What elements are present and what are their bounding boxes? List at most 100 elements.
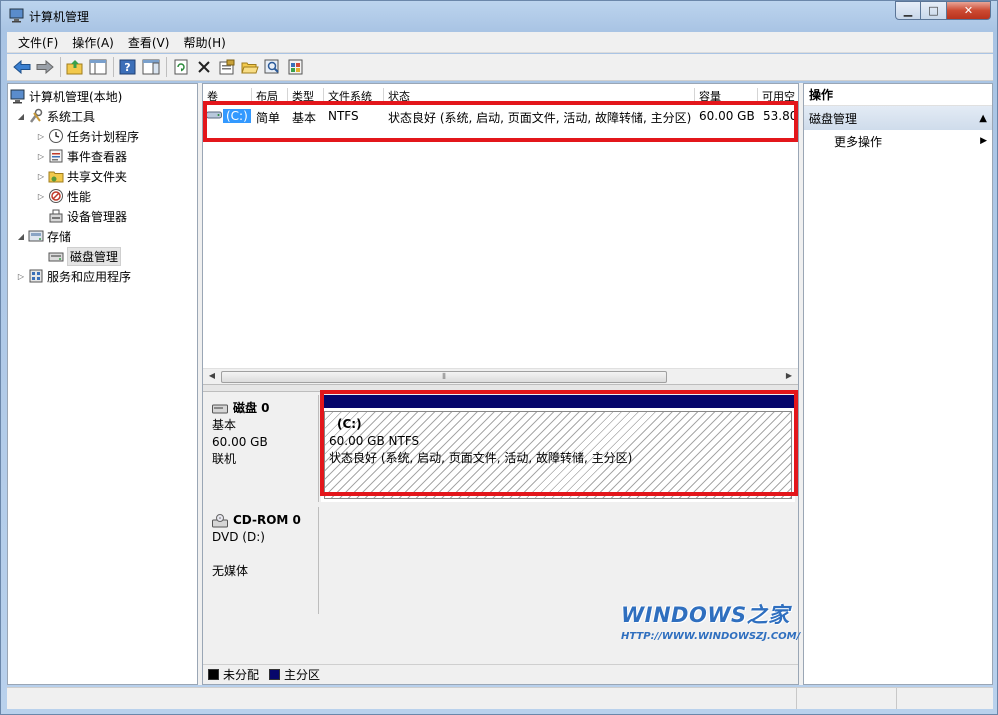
- minimize-button[interactable]: ▁: [895, 1, 921, 20]
- collapse-up-icon[interactable]: ▲: [979, 113, 987, 124]
- show-hide-action-pane-button[interactable]: [140, 56, 162, 78]
- tree-label-storage: 存储: [47, 229, 72, 244]
- disk-0-size: 60.00 GB: [212, 435, 268, 449]
- submenu-arrow-icon: ▶: [980, 136, 987, 146]
- legend-label-unallocated: 未分配: [223, 668, 260, 682]
- tree-item-disk-management[interactable]: 磁盘管理: [48, 246, 122, 266]
- disk-settings-button[interactable]: [285, 56, 307, 78]
- refresh-icon: [174, 59, 188, 75]
- watermark-title: WINDOWS之家: [621, 603, 790, 627]
- help-button[interactable]: ?: [117, 56, 139, 78]
- tree-item-event-viewer[interactable]: ▷ 事件查看器: [36, 146, 127, 166]
- maximize-button[interactable]: □: [921, 1, 947, 20]
- actions-header: 操作: [804, 84, 992, 106]
- services-icon: [28, 268, 44, 284]
- cdrom-0-label[interactable]: CD-ROM 0 DVD (D:) 无媒体: [206, 507, 319, 614]
- actions-section-label: 磁盘管理: [809, 111, 858, 126]
- partition-name: (C:): [337, 417, 362, 431]
- column-header-filesystem[interactable]: 文件系统: [324, 88, 384, 102]
- status-segment-2: [797, 688, 897, 709]
- disk-0-label[interactable]: 磁盘 0 基本 60.00 GB 联机: [206, 395, 319, 502]
- expanded-arrow-icon[interactable]: ◢: [16, 232, 26, 241]
- disk-0-name: 磁盘 0: [233, 401, 270, 415]
- volume-capacity: 60.00 GB: [699, 109, 755, 123]
- partition-size-fs: 60.00 GB NTFS: [329, 434, 420, 448]
- legend-bar: 未分配 主分区: [203, 664, 798, 684]
- partition-c[interactable]: (C:) 60.00 GB NTFS 状态良好 (系统, 启动, 页面文件, 活…: [324, 411, 792, 499]
- tree-item-system-tools[interactable]: ◢ 系统工具: [16, 106, 95, 126]
- collapsed-arrow-icon[interactable]: ▷: [36, 192, 46, 201]
- search-icon: [264, 59, 279, 74]
- tree-label-device-manager: 设备管理器: [67, 209, 128, 224]
- clock-icon: [48, 128, 64, 144]
- menu-view[interactable]: 查看(V): [121, 34, 177, 51]
- volume-type: 基本: [292, 111, 317, 125]
- computer-management-icon: [10, 88, 26, 104]
- refresh-button[interactable]: [170, 56, 192, 78]
- tree-label-disk-management: 磁盘管理: [67, 246, 122, 266]
- column-header-volume[interactable]: 卷: [203, 88, 252, 102]
- performance-icon: [48, 188, 64, 204]
- up-level-button[interactable]: [64, 56, 86, 78]
- back-button[interactable]: [11, 56, 33, 78]
- close-button[interactable]: ✕: [947, 1, 991, 20]
- properties-button[interactable]: [216, 56, 238, 78]
- tree-item-device-manager[interactable]: 设备管理器: [48, 206, 127, 226]
- volume-free-space: 53.80: [763, 109, 798, 123]
- volume-row[interactable]: (C:) 简单 基本 NTFS 状态良好 (系统, 启动, 页面文件, 活动, …: [203, 106, 798, 126]
- show-hide-tree-button[interactable]: [87, 56, 109, 78]
- more-actions-item[interactable]: 更多操作 ▶: [804, 130, 992, 152]
- menu-action[interactable]: 操作(A): [65, 34, 121, 51]
- tree-item-storage[interactable]: ◢ 存储: [16, 226, 71, 246]
- computer-management-window: 计算机管理 ▁ □ ✕ 文件(F) 操作(A) 查看(V) 帮助(H) ? 计算…: [0, 0, 998, 715]
- tree-label-task-scheduler: 任务计划程序: [67, 129, 140, 144]
- disk-settings-icon: [288, 59, 303, 75]
- collapsed-arrow-icon[interactable]: ▷: [16, 272, 26, 281]
- toolbar: ?: [7, 54, 993, 81]
- actions-section-disk-management[interactable]: 磁盘管理 ▲: [804, 106, 992, 130]
- expanded-arrow-icon[interactable]: ◢: [16, 112, 26, 121]
- cd-drive-icon: [212, 513, 228, 527]
- toolbar-separator: [113, 57, 114, 77]
- tree-item-performance[interactable]: ▷ 性能: [36, 186, 91, 206]
- scroll-right-arrow-icon[interactable]: ▶: [782, 371, 796, 383]
- scrollbar-thumb[interactable]: ⦀: [221, 371, 667, 383]
- more-actions-label: 更多操作: [834, 134, 883, 149]
- volume-list-header: 卷 布局 类型 文件系统 状态 容量 可用空: [203, 84, 798, 102]
- minimize-icon: ▁: [903, 4, 913, 17]
- horizontal-scrollbar[interactable]: ◀ ⦀ ▶: [203, 368, 798, 384]
- menu-help[interactable]: 帮助(H): [176, 34, 232, 51]
- column-header-type[interactable]: 类型: [288, 88, 324, 102]
- delete-button[interactable]: [193, 56, 215, 78]
- cdrom-0-state: 无媒体: [212, 564, 249, 578]
- toolbar-separator: [166, 57, 167, 77]
- column-header-free[interactable]: 可用空: [758, 88, 798, 102]
- svg-text:?: ?: [124, 61, 130, 74]
- pane-splitter[interactable]: [203, 384, 798, 392]
- collapsed-arrow-icon[interactable]: ▷: [36, 132, 46, 141]
- event-viewer-icon: [48, 148, 64, 164]
- column-header-layout[interactable]: 布局: [252, 88, 288, 102]
- column-header-capacity[interactable]: 容量: [695, 88, 758, 102]
- tree-item-shared-folders[interactable]: ▷ 共享文件夹: [36, 166, 127, 186]
- scroll-left-arrow-icon[interactable]: ◀: [205, 371, 219, 383]
- open-button[interactable]: [239, 56, 261, 78]
- tree-label-performance: 性能: [67, 189, 92, 204]
- collapsed-arrow-icon[interactable]: ▷: [36, 172, 46, 181]
- disk-0-state: 联机: [212, 452, 237, 466]
- tree-item-task-scheduler[interactable]: ▷ 任务计划程序: [36, 126, 139, 146]
- menu-file[interactable]: 文件(F): [11, 34, 65, 51]
- collapsed-arrow-icon[interactable]: ▷: [36, 152, 46, 161]
- tree-item-services-apps[interactable]: ▷ 服务和应用程序: [16, 266, 131, 286]
- device-manager-icon: [48, 208, 64, 224]
- tree-item-root[interactable]: 计算机管理(本地): [10, 86, 122, 106]
- column-header-status[interactable]: 状态: [384, 88, 695, 102]
- title-bar: 计算机管理 ▁ □ ✕: [1, 1, 997, 31]
- storage-icon: [28, 228, 44, 244]
- main-content: 计算机管理(本地) ◢ 系统工具 ▷ 任务计划程序 ▷ 事件查看器 ▷ 共享文件…: [7, 83, 993, 685]
- search-button[interactable]: [262, 56, 284, 78]
- disk-graphical-view: 磁盘 0 基本 60.00 GB 联机 (C:) 60.00 GB NTFS 状…: [203, 390, 800, 684]
- properties-icon: [219, 59, 235, 75]
- forward-button[interactable]: [34, 56, 56, 78]
- legend-swatch-primary: [269, 669, 281, 680]
